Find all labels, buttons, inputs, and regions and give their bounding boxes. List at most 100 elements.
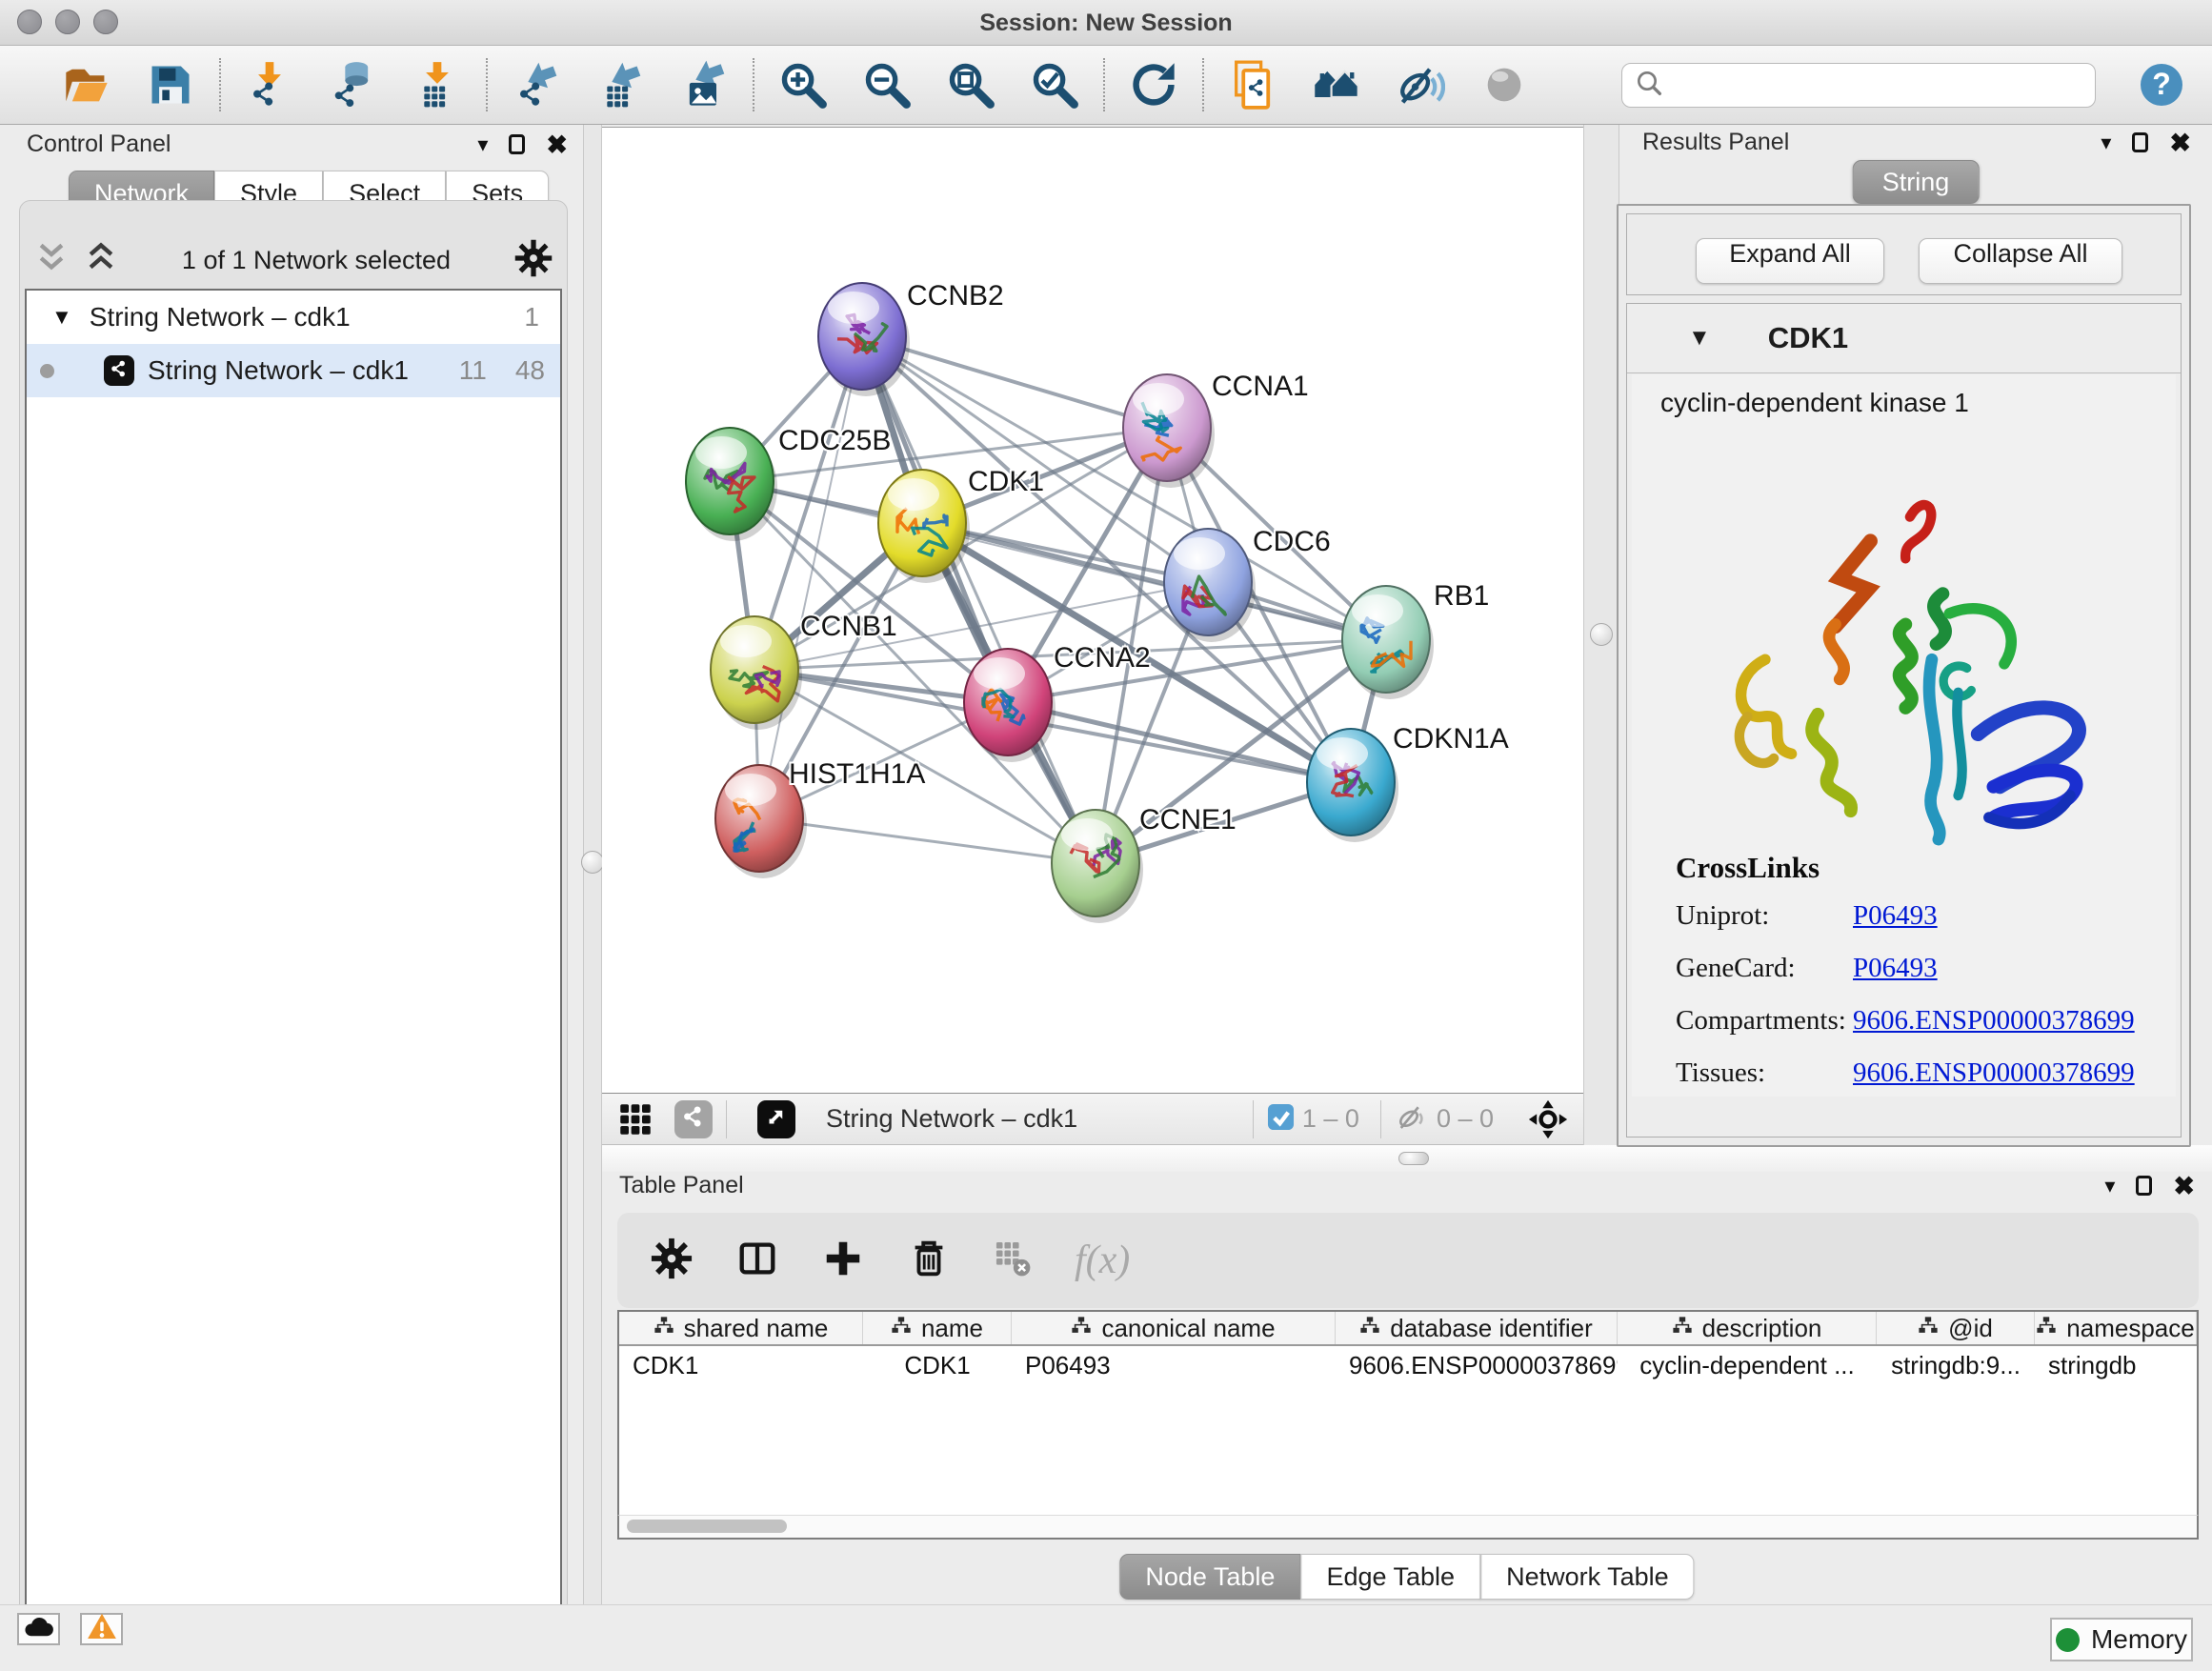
crosslink-link[interactable]: P06493 <box>1853 953 1938 984</box>
panel-menu-caret-icon[interactable]: ▾ <box>477 132 488 157</box>
hidden-eye-icon[interactable] <box>1395 1099 1429 1138</box>
float-panel-icon[interactable] <box>2132 132 2148 152</box>
open-session-icon[interactable] <box>61 59 112 111</box>
table-cell[interactable]: CDK1 <box>619 1351 863 1380</box>
expand-all-networks-icon[interactable] <box>83 240 119 281</box>
left-panel-splitter[interactable] <box>583 125 602 1604</box>
node-CDKN1A[interactable]: CDKN1A <box>1307 723 1509 842</box>
export-image-icon[interactable] <box>678 59 730 111</box>
collapse-all-button[interactable]: Collapse All <box>1919 238 2122 284</box>
search-input[interactable] <box>1664 70 2064 100</box>
selected-nodes-checkbox[interactable] <box>1267 1103 1295 1136</box>
edge-CCNB2-HIST1H1A[interactable] <box>759 336 862 818</box>
column-header-name[interactable]: name <box>863 1312 1012 1344</box>
import-table-icon[interactable] <box>412 59 463 111</box>
panel-menu-caret-icon[interactable]: ▾ <box>2104 1174 2115 1198</box>
refresh-icon[interactable] <box>1128 59 1179 111</box>
show-columns-icon[interactable] <box>735 1237 779 1285</box>
section-collapse-caret-icon[interactable]: ▼ <box>1688 325 1711 352</box>
node-CCNE1[interactable]: CCNE1 <box>1052 804 1237 923</box>
export-network-icon[interactable] <box>511 59 562 111</box>
node-CDC6[interactable]: CDC6 <box>1164 526 1331 642</box>
network-collection-row[interactable]: ▼ String Network – cdk1 1 <box>27 291 560 344</box>
eye-ball-icon[interactable] <box>1478 59 1530 111</box>
column-header-shared-name[interactable]: shared name <box>619 1312 863 1344</box>
table-cell[interactable]: 9606.ENSP00000378699 <box>1336 1351 1618 1380</box>
column-header-database-identifier[interactable]: database identifier <box>1336 1312 1618 1344</box>
column-header-description[interactable]: description <box>1618 1312 1877 1344</box>
table-horizontal-scrollbar[interactable] <box>617 1515 2199 1540</box>
help-icon[interactable]: ? <box>2136 59 2187 111</box>
expand-all-button[interactable]: Expand All <box>1696 238 1884 284</box>
crosslink-link[interactable]: P06493 <box>1853 900 1938 932</box>
zoom-in-icon[interactable] <box>777 59 829 111</box>
table-options-gear-icon[interactable] <box>650 1237 694 1285</box>
close-panel-icon[interactable]: ✖ <box>2169 133 2191 152</box>
import-database-icon[interactable] <box>328 59 379 111</box>
column-header-namespace[interactable]: namespace <box>2035 1312 2197 1344</box>
tab-node-table[interactable]: Node Table <box>1119 1554 1300 1600</box>
document-network-icon[interactable] <box>1227 59 1278 111</box>
delete-column-icon[interactable] <box>907 1237 951 1285</box>
title-bar: Session: New Session <box>0 0 2212 46</box>
hide-eye-icon[interactable] <box>1395 59 1446 111</box>
grid-view-icon[interactable] <box>613 1094 657 1145</box>
search-box[interactable] <box>1621 63 2096 108</box>
right-panel-splitter[interactable] <box>1583 125 1619 1145</box>
cloud-status-button[interactable] <box>17 1613 60 1645</box>
birds-eye-crosshair-icon[interactable] <box>1522 1094 1574 1145</box>
column-type-icon <box>2036 1314 2057 1343</box>
right-splitter-handle[interactable] <box>1590 623 1613 646</box>
tab-edge-table[interactable]: Edge Table <box>1300 1554 1480 1600</box>
home-pair-icon[interactable] <box>1311 59 1362 111</box>
zoom-out-icon[interactable] <box>861 59 913 111</box>
crosslink-link[interactable]: 9606.ENSP00000378699 <box>1853 1057 2135 1089</box>
node-CDC25B[interactable]: CDC25B <box>686 425 891 541</box>
node-CCNA1[interactable]: CCNA1 <box>1123 371 1309 488</box>
collapse-all-networks-icon[interactable] <box>33 240 70 281</box>
edge-HIST1H1A-CCNE1[interactable] <box>759 818 1096 863</box>
table-cell[interactable]: cyclin-dependent ... <box>1618 1351 1877 1380</box>
warnings-button[interactable] <box>80 1613 123 1645</box>
network-canvas[interactable]: CCNB2CCNA1CDC25BCDK1CDC6RB1CCNB1CCNA2CDK… <box>602 127 1583 1093</box>
edge-CCNA2-CDKN1A[interactable] <box>1008 702 1351 782</box>
column-header-canonical-name[interactable]: canonical name <box>1012 1312 1336 1344</box>
crosslink-link[interactable]: 9606.ENSP00000378699 <box>1853 1005 2135 1037</box>
float-panel-icon[interactable] <box>2136 1176 2152 1196</box>
table-cell[interactable]: stringdb <box>2035 1351 2197 1380</box>
horizontal-splitter[interactable] <box>602 1145 2212 1172</box>
table-cell[interactable]: P06493 <box>1012 1351 1336 1380</box>
cdk1-section-header[interactable]: ▼ CDK1 <box>1627 304 2181 373</box>
node-CDK1[interactable]: CDK1 <box>878 466 1044 583</box>
node-CCNB1[interactable]: CCNB1 <box>711 611 897 730</box>
table-cell[interactable]: CDK1 <box>863 1351 1012 1380</box>
node-RB1[interactable]: RB1 <box>1342 580 1489 699</box>
save-session-icon[interactable] <box>145 59 196 111</box>
memory-button[interactable]: Memory <box>2050 1618 2193 1661</box>
close-panel-icon[interactable]: ✖ <box>546 135 568 154</box>
table-cell[interactable]: stringdb:9... <box>1877 1351 2035 1380</box>
add-column-icon[interactable] <box>821 1237 865 1285</box>
tab-network-table[interactable]: Network Table <box>1480 1554 1695 1600</box>
close-panel-icon[interactable]: ✖ <box>2173 1177 2195 1196</box>
tree-expand-caret-icon[interactable]: ▼ <box>51 305 72 330</box>
zoom-selected-icon[interactable] <box>1029 59 1080 111</box>
tab-string[interactable]: String <box>1853 160 1980 204</box>
table-row[interactable]: CDK1CDK1P064939606.ENSP00000378699cyclin… <box>619 1346 2197 1384</box>
share-network-badge-icon[interactable] <box>674 1100 713 1138</box>
panel-menu-caret-icon[interactable]: ▾ <box>2101 131 2111 155</box>
float-panel-icon[interactable] <box>509 134 525 154</box>
column-header--id[interactable]: @id <box>1877 1312 2035 1344</box>
network-options-gear-icon[interactable] <box>513 238 553 283</box>
node-HIST1H1A[interactable]: HIST1H1A <box>715 758 925 878</box>
left-splitter-handle[interactable] <box>581 851 604 874</box>
horizontal-splitter-handle[interactable] <box>1398 1152 1429 1165</box>
crosslink-row: Tissues: 9606.ENSP00000378699 <box>1676 1057 2135 1089</box>
import-network-icon[interactable] <box>244 59 295 111</box>
network-row-selected[interactable]: String Network – cdk1 11 48 <box>27 344 560 397</box>
expand-collapse-box: Expand All Collapse All <box>1626 213 2182 295</box>
detach-view-icon[interactable] <box>757 1100 795 1138</box>
export-table-icon[interactable] <box>594 59 646 111</box>
scrollbar-thumb[interactable] <box>627 1520 787 1533</box>
zoom-fit-icon[interactable] <box>945 59 996 111</box>
